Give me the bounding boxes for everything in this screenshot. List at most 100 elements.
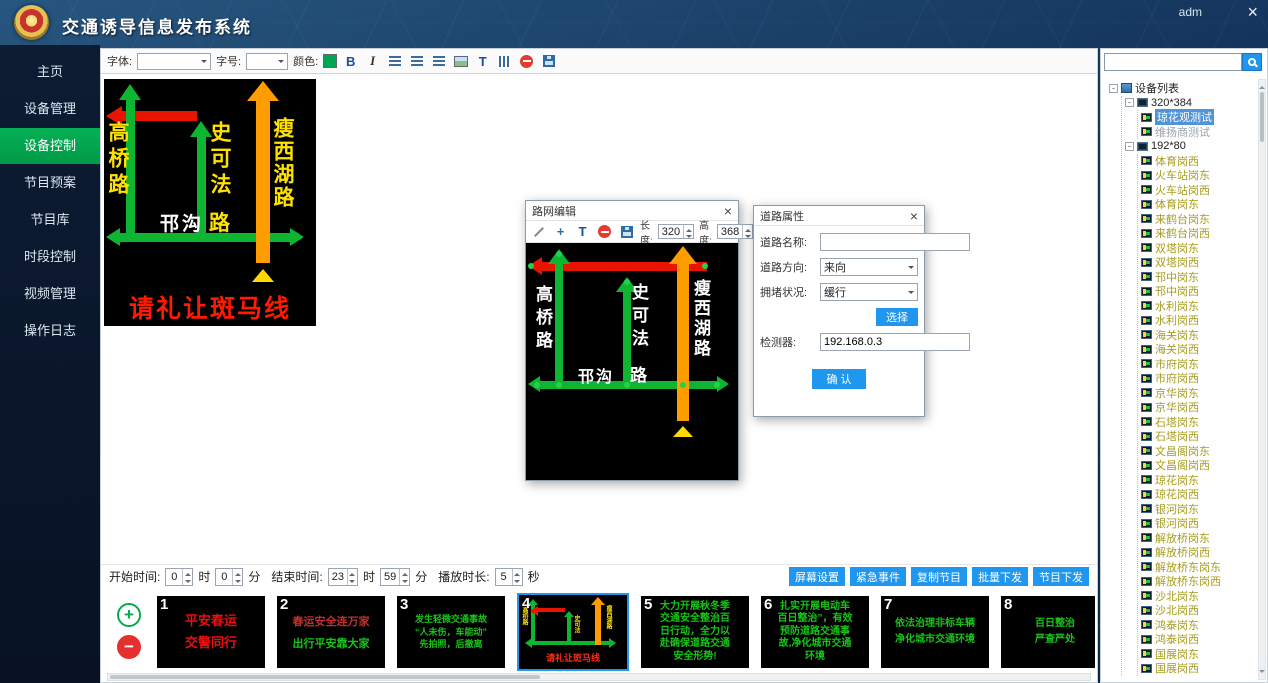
collapse-icon[interactable]: - [1125, 142, 1134, 151]
device-item[interactable]: 火车站岗西 [1141, 183, 1256, 198]
dialog-close-icon[interactable]: × [724, 203, 732, 219]
device-item[interactable]: 银河岗西 [1141, 516, 1256, 531]
collapse-icon[interactable]: - [1109, 84, 1118, 93]
device-item[interactable]: 银河岗东 [1141, 502, 1256, 517]
device-item[interactable]: 京华岗东 [1141, 386, 1256, 401]
text-tool-button[interactable]: T [574, 223, 591, 241]
add-program-button[interactable]: + [117, 603, 141, 627]
length-stepper[interactable]: 320 [658, 224, 694, 239]
sidebar-item[interactable]: 操作日志 [0, 313, 100, 349]
horizontal-scrollbar[interactable] [107, 673, 1091, 681]
device-item[interactable]: 鸿泰岗东 [1141, 618, 1256, 633]
program-thumbnail-1[interactable]: 1 平安春运 交警同行 [157, 596, 265, 668]
dialog-close-icon[interactable]: × [910, 208, 918, 224]
program-thumbnail-5[interactable]: 5 大力开展秋冬季 交通安全整治百 日行动，全力以 赴确保道路交通 安全形势! [641, 596, 749, 668]
save-button[interactable] [618, 223, 635, 241]
device-item[interactable]: 石塔岗西 [1141, 429, 1256, 444]
insert-image-button[interactable] [452, 52, 469, 70]
scrollbar-thumb[interactable] [1260, 92, 1264, 142]
device-item[interactable]: 水利岗东 [1141, 299, 1256, 314]
start-minute-stepper[interactable]: 0 [215, 568, 243, 586]
device-item[interactable]: 解放桥岗西 [1141, 545, 1256, 560]
congestion-select[interactable]: 缓行 [820, 283, 918, 301]
end-minute-stepper[interactable]: 59 [380, 568, 410, 586]
end-hour-stepper[interactable]: 23 [328, 568, 358, 586]
device-item[interactable]: 琼花岗东 [1141, 473, 1256, 488]
font-size-select[interactable] [246, 53, 288, 70]
device-item[interactable]: 解放桥东岗东 [1141, 560, 1256, 575]
italic-button[interactable]: I [364, 52, 381, 70]
remove-program-button[interactable]: − [117, 635, 141, 659]
program-thumbnail-3[interactable]: 3 发生轻微交通事故 “人未伤，车能动” 先拍照，后撤离 [397, 596, 505, 668]
vertical-scrollbar[interactable] [1258, 79, 1266, 680]
align-right-button[interactable] [430, 52, 447, 70]
device-item[interactable]: 解放桥岗东 [1141, 531, 1256, 546]
device-item[interactable]: 京华岗西 [1141, 400, 1256, 415]
program-thumbnail-7[interactable]: 7 依法治理非标车辆 净化城市交通环境 [881, 596, 989, 668]
sidebar-item[interactable]: 主页 [0, 54, 100, 90]
scroll-down-icon[interactable] [1259, 670, 1265, 676]
device-group-320x384[interactable]: - 320*384 [1125, 96, 1256, 111]
delete-button[interactable] [596, 223, 613, 241]
dialog-titlebar[interactable]: 道路属性 × [754, 206, 924, 226]
device-item[interactable]: 双塔岗东 [1141, 241, 1256, 256]
road-name-input[interactable] [820, 233, 970, 251]
save-button[interactable] [540, 52, 557, 70]
device-item[interactable]: 市府岗东 [1141, 357, 1256, 372]
align-left-button[interactable] [386, 52, 403, 70]
edit-handle[interactable] [702, 263, 708, 269]
device-group-192x80[interactable]: - 192*80 [1125, 139, 1256, 154]
device-item[interactable]: 石塔岗东 [1141, 415, 1256, 430]
device-item[interactable]: 琼花岗西 [1141, 487, 1256, 502]
select-detector-button[interactable]: 选择 [876, 308, 918, 326]
device-item[interactable]: 海关岗西 [1141, 342, 1256, 357]
device-item[interactable]: 双塔岗西 [1141, 255, 1256, 270]
program-thumbnail-4-selected[interactable]: 4 高桥路 史可法 瘦西湖路 请礼让斑马线 [517, 593, 629, 671]
scroll-up-icon[interactable] [1259, 83, 1265, 89]
edit-handle[interactable] [556, 251, 562, 257]
device-item[interactable]: 国展岗西 [1141, 661, 1256, 676]
sidebar-item[interactable]: 设备管理 [0, 91, 100, 127]
road-direction-select[interactable]: 来向 [820, 258, 918, 276]
schedule-action-button[interactable]: 批量下发 [972, 567, 1028, 586]
device-item[interactable]: 解放桥东岗西 [1141, 574, 1256, 589]
device-item[interactable]: 体育岗西 [1141, 154, 1256, 169]
detector-input[interactable] [820, 333, 970, 351]
duration-stepper[interactable]: 5 [495, 568, 523, 586]
draw-line-button[interactable] [530, 223, 547, 241]
schedule-action-button[interactable]: 屏幕设置 [789, 567, 845, 586]
bold-button[interactable]: B [342, 52, 359, 70]
device-item[interactable]: 邗中岗西 [1141, 284, 1256, 299]
edit-handle[interactable] [680, 382, 686, 388]
program-thumbnail-2[interactable]: 2 春运安全连万家 出行平安靠大家 [277, 596, 385, 668]
device-item[interactable]: 火车站岗东 [1141, 168, 1256, 183]
device-item-offline[interactable]: 维扬商测试 [1141, 125, 1256, 140]
program-thumbnail-8[interactable]: 8 百日整治 严查严处 [1001, 596, 1095, 668]
device-item[interactable]: 来鹤台岗西 [1141, 226, 1256, 241]
device-item[interactable]: 来鹤台岗东 [1141, 212, 1256, 227]
search-button[interactable] [1242, 53, 1262, 71]
sidebar-item[interactable]: 时段控制 [0, 239, 100, 275]
road-network-canvas[interactable]: 高桥路 史可法 路 瘦西湖路 邗沟 [526, 243, 738, 480]
schedule-action-button[interactable]: 复制节目 [911, 567, 967, 586]
device-item[interactable]: 沙北岗东 [1141, 589, 1256, 604]
device-item[interactable]: 文昌阁岗东 [1141, 444, 1256, 459]
edit-handle[interactable] [556, 382, 562, 388]
align-center-button[interactable] [408, 52, 425, 70]
schedule-action-button[interactable]: 紧急事件 [850, 567, 906, 586]
move-button[interactable]: + [552, 223, 569, 241]
spacing-button[interactable] [496, 52, 513, 70]
device-item[interactable]: 水利岗西 [1141, 313, 1256, 328]
edit-handle[interactable] [714, 382, 720, 388]
sidebar-item[interactable]: 节目库 [0, 202, 100, 238]
device-item[interactable]: 海关岗东 [1141, 328, 1256, 343]
device-item[interactable]: 鸿泰岗西 [1141, 632, 1256, 647]
device-search-input[interactable] [1104, 53, 1242, 71]
edit-handle[interactable] [534, 382, 540, 388]
height-stepper[interactable]: 368 [717, 224, 753, 239]
color-swatch[interactable] [323, 54, 337, 68]
device-item[interactable]: 市府岗西 [1141, 371, 1256, 386]
edit-handle[interactable] [528, 263, 534, 269]
font-select[interactable] [137, 53, 211, 70]
schedule-action-button[interactable]: 节目下发 [1033, 567, 1089, 586]
